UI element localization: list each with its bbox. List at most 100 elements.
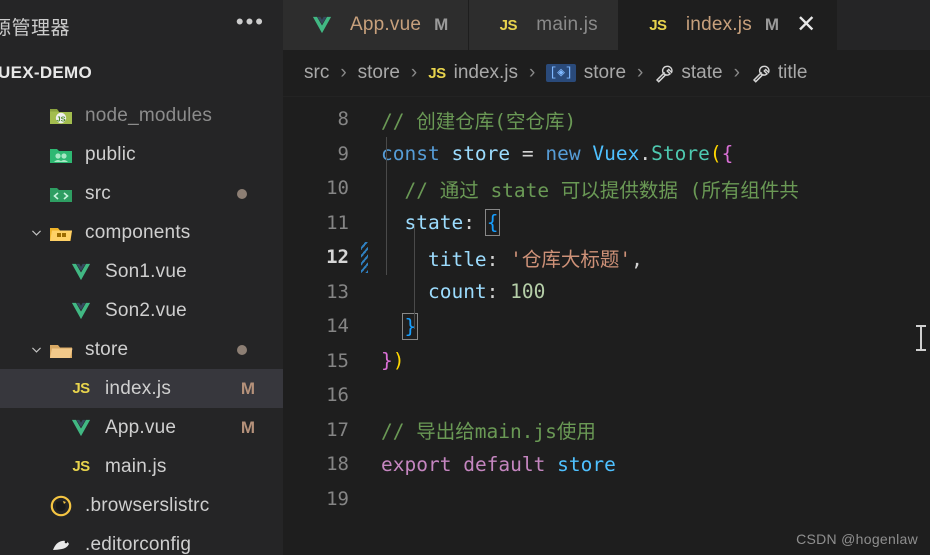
tree-item-label: .browserslistrc (85, 494, 210, 516)
line-number: 16 (326, 384, 349, 407)
tab-app-vue[interactable]: App.vue M (283, 0, 470, 50)
breadcrumb-item-src[interactable]: src (304, 62, 329, 84)
code-line[interactable]: 17 // 导出给main.js使用 (283, 413, 930, 448)
tree-item-son2-vue[interactable]: Son2.vue (0, 291, 283, 330)
editor-area: App.vue M JS main.js JS index.js M ✕ src › store ›… (283, 0, 930, 555)
explorer-sidebar: 源管理器 ••• UEX-DEMO JS node_modules public sr… (0, 0, 283, 555)
code-line[interactable]: 10 // 通过 state 可以提供数据 (所有组件共 (283, 171, 930, 206)
line-number: 11 (326, 211, 349, 234)
code-line[interactable]: 19 (283, 482, 930, 517)
line-number: 9 (337, 142, 349, 165)
property-icon (654, 64, 673, 83)
breadcrumb-item-store[interactable]: store (358, 62, 400, 84)
folder-public-icon (46, 145, 76, 165)
tree-item-public[interactable]: public (0, 135, 283, 174)
line-number: 14 (326, 315, 349, 338)
tab-label: index.js (685, 14, 752, 35)
code-line-active[interactable]: 12 title: '仓库大标题', (283, 240, 930, 275)
line-content: } (402, 312, 419, 340)
code-line[interactable]: 16 (283, 378, 930, 413)
line-number: 15 (326, 349, 349, 372)
breadcrumb-separator: › (733, 62, 740, 83)
status-badge: M (240, 417, 255, 437)
js-file-icon: JS (649, 16, 667, 34)
folder-node-modules-icon: JS (46, 106, 76, 126)
js-file-icon: JS (72, 458, 90, 475)
vue-file-icon (66, 301, 96, 321)
code-line[interactable]: 14 } (283, 309, 930, 344)
js-file-icon: JS (428, 64, 446, 82)
folder-components-icon (46, 223, 76, 243)
line-content: // 创建仓库(空仓库) (381, 109, 577, 133)
tree-item-label: .editorconfig (85, 533, 192, 555)
property-icon (751, 64, 770, 83)
tree-item-browserslistrc[interactable]: .browserslistrc (0, 486, 283, 525)
tree-item-label: Son2.vue (105, 299, 187, 321)
tree-item-components[interactable]: components (0, 213, 283, 252)
line-content: state: { (404, 209, 501, 237)
breadcrumb-separator: › (637, 62, 644, 83)
tree-item-label: components (85, 221, 191, 243)
line-number: 10 (326, 177, 349, 200)
tree-item-src[interactable]: src (0, 174, 283, 213)
folder-src-icon (46, 184, 76, 204)
browserslist-icon (46, 495, 76, 517)
status-badge: M (240, 378, 255, 398)
tree-item-label: main.js (105, 455, 167, 477)
line-content: title: '仓库大标题', (427, 247, 643, 271)
tab-index-js[interactable]: JS index.js M ✕ (618, 0, 838, 50)
breadcrumb-label: src (304, 62, 330, 83)
breadcrumb-separator: › (340, 62, 347, 83)
vue-file-icon (66, 418, 96, 438)
tree-item-app-vue[interactable]: App.vue M (0, 408, 283, 447)
code-line[interactable]: 11 state: { (283, 206, 930, 241)
line-content: }) (381, 349, 405, 373)
tree-item-label: App.vue (105, 416, 177, 438)
project-root-row[interactable]: UEX-DEMO (0, 52, 283, 94)
tree-item-editorconfig[interactable]: .editorconfig (0, 525, 283, 555)
code-line[interactable]: 9 const store = new Vuex.Store({ (283, 137, 930, 172)
tree-item-main-js[interactable]: JS main.js (0, 447, 283, 486)
code-line[interactable]: 13 count: 100 (283, 275, 930, 310)
code-line[interactable]: 18 export default store (283, 447, 930, 482)
tab-label: App.vue (350, 14, 422, 35)
code-line[interactable]: 8 // 创建仓库(空仓库) (283, 102, 930, 137)
svg-text:JS: JS (56, 114, 65, 123)
tree-item-label: store (85, 338, 129, 360)
file-tree: JS node_modules public src components Son1.vu… (0, 94, 283, 555)
folder-modified-dot (237, 188, 247, 199)
js-file-icon: JS (499, 16, 518, 34)
js-file-icon: JS (72, 380, 90, 397)
folder-open-icon (46, 340, 76, 360)
line-number: 18 (326, 453, 349, 476)
tab-label: main.js (536, 14, 598, 35)
breadcrumb-label: store (357, 62, 400, 83)
breadcrumb-label: state (681, 62, 723, 83)
tree-item-son1-vue[interactable]: Son1.vue (0, 252, 283, 291)
ellipsis-icon[interactable]: ••• (236, 11, 265, 35)
tab-dirty-badge: M (764, 15, 780, 34)
vscode-window: 源管理器 ••• UEX-DEMO JS node_modules public sr… (0, 0, 930, 555)
chevron-down-icon[interactable] (26, 226, 46, 239)
close-icon[interactable]: ✕ (796, 13, 816, 37)
tree-item-index-js[interactable]: JS index.js M (0, 369, 283, 408)
breadcrumb-label: store (583, 62, 627, 83)
line-content: count: 100 (427, 280, 546, 304)
code-line[interactable]: 15 }) (283, 344, 930, 379)
tree-item-store[interactable]: store (0, 330, 283, 369)
chevron-down-icon[interactable] (26, 343, 46, 356)
code-editor[interactable]: 8 // 创建仓库(空仓库) 9 const store = new Vuex.… (283, 97, 930, 555)
breadcrumb-item-store[interactable]: [◈] store (546, 62, 626, 84)
breadcrumb-item-title[interactable]: title (751, 62, 807, 84)
breadcrumb-item-index-js[interactable]: JS index.js (428, 62, 518, 84)
editorconfig-icon (46, 534, 76, 555)
tree-item-node-modules[interactable]: JS node_modules (0, 96, 283, 135)
breadcrumb-separator: › (410, 62, 418, 83)
breadcrumb: src › store › JS index.js › [◈] store › state › titl… (283, 50, 930, 97)
breadcrumb-item-state[interactable]: state (654, 62, 723, 84)
indent-guide (386, 137, 387, 275)
tree-item-label: Son1.vue (105, 260, 187, 282)
tab-main-js[interactable]: JS main.js (469, 0, 619, 50)
line-number: 13 (326, 280, 349, 303)
line-content: // 通过 state 可以提供数据 (所有组件共 (381, 178, 799, 202)
